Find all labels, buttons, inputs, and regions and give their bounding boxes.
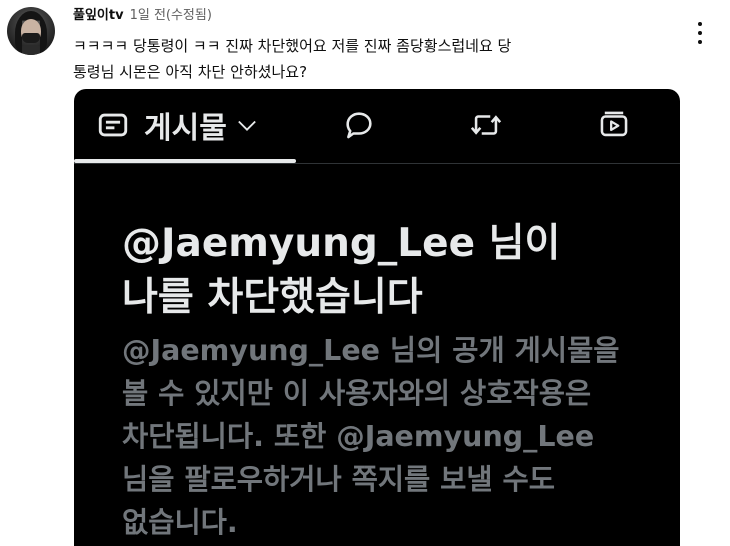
repost-icon <box>470 115 502 135</box>
avatar[interactable] <box>7 7 55 55</box>
document-icon <box>98 113 128 137</box>
attached-screenshot[interactable]: 게시물 @Jaemyung_Lee 님이 나를 차단했습니다 @Jaemyung… <box>74 89 680 546</box>
chevron-down-icon <box>237 120 256 131</box>
comment-text: ㅋㅋㅋㅋ 당통령이 ㅋㅋ 진짜 차단했어요 저를 진짜 좀당황스럽네요 당 통령… <box>73 37 512 81</box>
more-vert-icon[interactable] <box>688 18 712 48</box>
tab-replies[interactable] <box>329 89 389 161</box>
more-dot <box>698 40 702 44</box>
tab-posts[interactable]: 게시물 <box>96 89 296 161</box>
profile-tab-bar: 게시물 <box>74 89 680 163</box>
more-dot <box>698 22 702 26</box>
blocked-title: @Jaemyung_Lee 님이 나를 차단했습니다 <box>122 221 561 320</box>
speech-bubble-icon <box>346 112 372 139</box>
tab-reposts[interactable] <box>456 89 516 161</box>
tab-posts-label: 게시물 <box>144 111 227 146</box>
author-name[interactable]: 풀잎이tv <box>73 8 124 23</box>
video-icon <box>600 111 628 137</box>
more-dot <box>698 31 702 35</box>
tab-media[interactable] <box>584 89 644 161</box>
comment-header: 풀잎이tv 1일 전(수정됨) <box>73 6 212 26</box>
blocked-description: @Jaemyung_Lee 님의 공개 게시물을 볼 수 있지만 이 사용자와의… <box>122 334 620 539</box>
comment-thread: 풀잎이tv 1일 전(수정됨) ㅋㅋㅋㅋ 당통령이 ㅋㅋ 진짜 차단했어요 저를 … <box>0 0 730 546</box>
comment-time[interactable]: 1일 전(수정됨) <box>130 8 212 23</box>
avatar-mask <box>22 33 40 43</box>
tab-divider <box>74 163 680 164</box>
